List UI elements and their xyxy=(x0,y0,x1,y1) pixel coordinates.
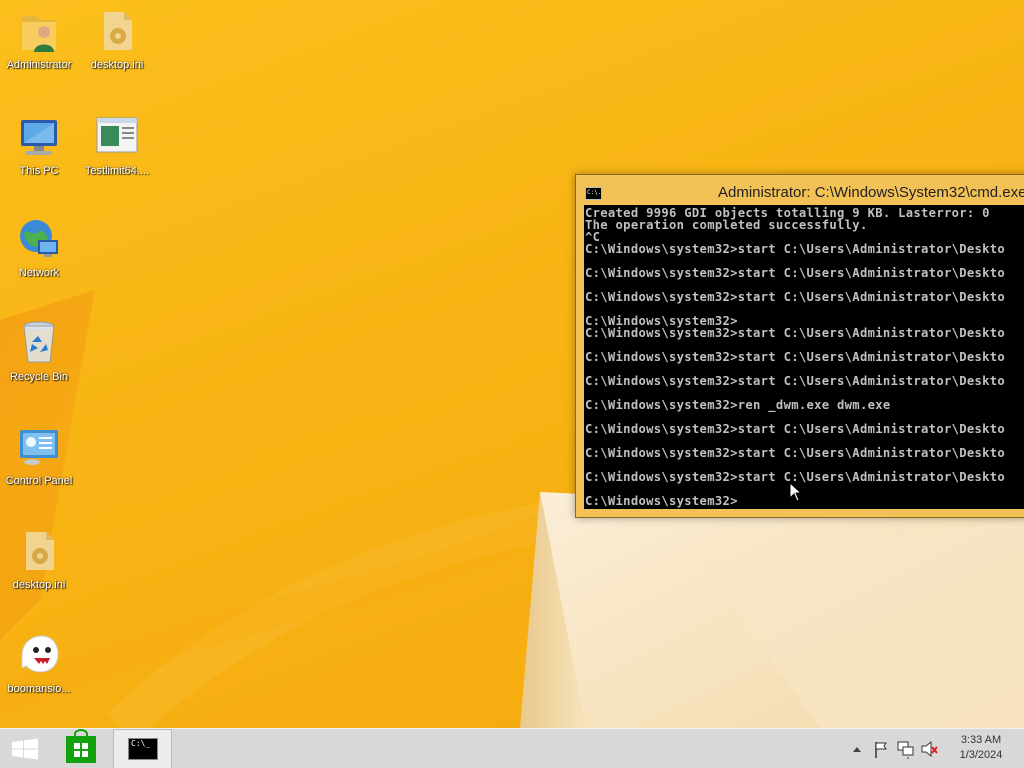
computer-icon xyxy=(21,120,57,155)
flag-icon xyxy=(875,742,887,758)
network-globe-icon xyxy=(20,220,58,257)
taskbar-item-cmd[interactable]: C:\_ xyxy=(113,729,172,768)
desktop-icon-label: desktop.ini xyxy=(12,579,66,591)
cmd-window-icon[interactable]: C:\. xyxy=(585,187,602,200)
console-output: Created 9996 GDI objects totalling 9 KB.… xyxy=(585,206,1006,508)
desktop-icon-boomansion[interactable]: boomansio... xyxy=(0,630,78,696)
clock-date: 1/3/2024 xyxy=(959,749,1003,761)
user-folder-icon xyxy=(22,16,56,52)
network-tray-button[interactable] xyxy=(896,729,916,768)
application-window-icon xyxy=(96,117,138,153)
desktop-icon-control-panel[interactable]: Control Panel xyxy=(0,422,78,488)
desktop-icon-label: This PC xyxy=(19,165,59,177)
volume-muted-icon xyxy=(921,740,938,758)
desktop-icon-label: Testlimit64.... xyxy=(84,165,150,177)
network-icon xyxy=(897,741,914,759)
desktop-icon-label: desktop.ini xyxy=(90,59,144,71)
volume-tray-button[interactable] xyxy=(920,729,940,768)
desktop-icon-desktop-ini-2[interactable]: desktop.ini xyxy=(0,526,78,592)
ghost-icon xyxy=(21,635,59,673)
desktop-icon-label: boomansio... xyxy=(7,683,71,695)
desktop-icon-label: Administrator xyxy=(6,59,72,71)
taskbar-clock[interactable]: 3:33 AM 1/3/2024 xyxy=(948,733,1014,763)
windows-logo-icon xyxy=(12,738,38,760)
desktop-icon-desktop-ini-1[interactable]: desktop.ini xyxy=(78,6,156,72)
desktop-icon-testlimit64[interactable]: Testlimit64.... xyxy=(78,112,156,178)
desktop-icon-label: Network xyxy=(18,267,60,279)
start-button[interactable] xyxy=(0,729,50,768)
cmd-taskbar-icon: C:\_ xyxy=(128,738,158,760)
show-hidden-icons-button[interactable] xyxy=(849,729,865,768)
desktop-icon-this-pc[interactable]: This PC xyxy=(0,112,78,178)
store-button[interactable] xyxy=(56,729,106,768)
cmd-console[interactable]: Created 9996 GDI objects totalling 9 KB.… xyxy=(584,205,1024,509)
desktop-icon-network[interactable]: Network xyxy=(0,214,78,280)
settings-file-icon xyxy=(26,532,54,570)
desktop-icon-administrator[interactable]: Administrator xyxy=(0,6,78,72)
settings-file-icon xyxy=(104,12,132,50)
store-icon xyxy=(66,729,96,763)
taskbar: C:\_ 3:33 AM 1/3/2024 xyxy=(0,728,1024,768)
cmd-window[interactable]: C:\. Administrator: C:\Windows\System32\… xyxy=(575,174,1024,518)
action-center-button[interactable] xyxy=(872,729,892,768)
mouse-cursor-icon xyxy=(790,483,802,502)
control-panel-icon xyxy=(20,430,58,465)
desktop-icon-recycle-bin[interactable]: Recycle Bin xyxy=(0,318,78,384)
cmd-window-title: Administrator: C:\Windows\System32\cmd.e… xyxy=(718,184,1024,201)
cmd-titlebar[interactable]: C:\. Administrator: C:\Windows\System32\… xyxy=(576,175,1024,205)
desktop-icon-label: Recycle Bin xyxy=(9,371,69,383)
recycle-bin-icon xyxy=(23,321,55,363)
desktop-icon-label: Control Panel xyxy=(5,475,73,487)
chevron-up-icon xyxy=(853,747,861,752)
clock-time: 3:33 AM xyxy=(960,734,1002,746)
